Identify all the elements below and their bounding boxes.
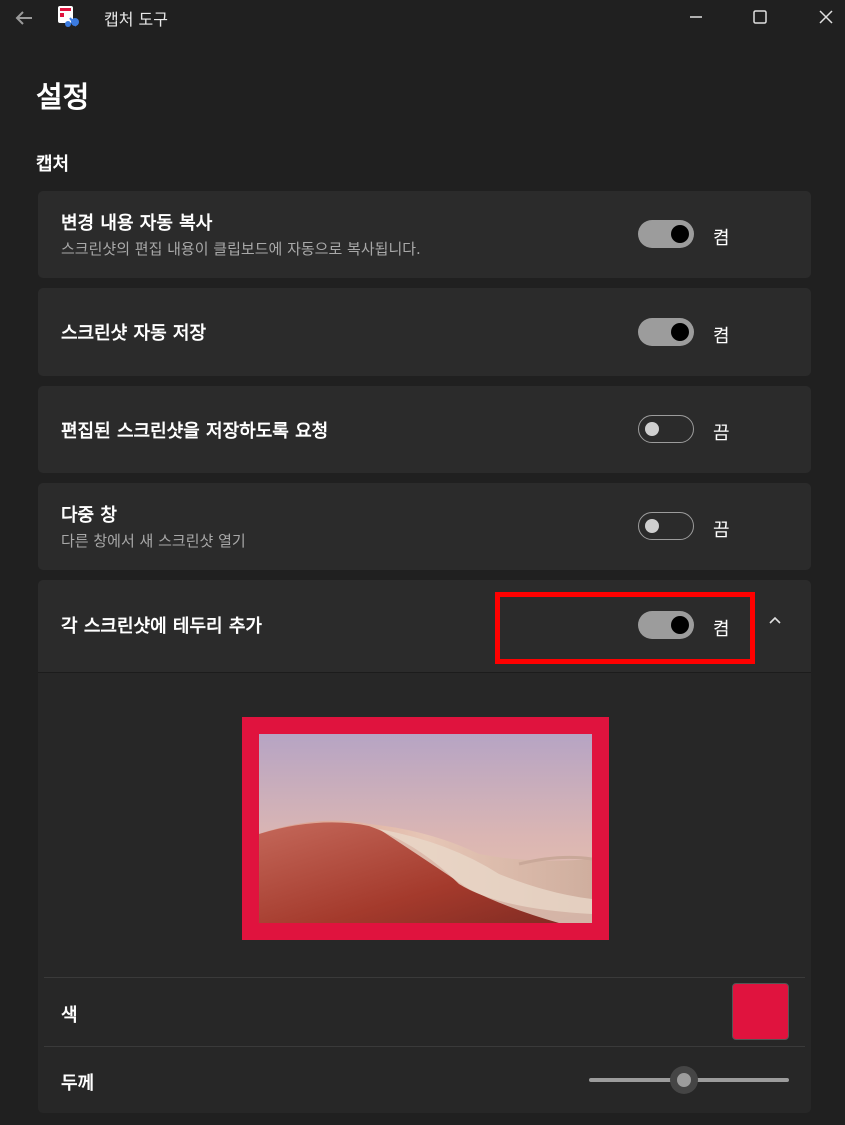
slider-thumb-center <box>677 1073 691 1087</box>
toggle-knob <box>671 225 689 243</box>
minimize-icon[interactable] <box>676 2 716 32</box>
setting-title: 변경 내용 자동 복사 <box>61 213 213 234</box>
border-color-swatch[interactable] <box>732 983 789 1040</box>
border-options-panel: 색 두께 <box>38 672 811 1113</box>
toggle-knob <box>671 323 689 341</box>
chevron-up-icon[interactable] <box>765 610 785 630</box>
title-bar: 캡처 도구 <box>0 0 845 36</box>
section-label-capture: 캡처 <box>36 154 70 175</box>
toggle-state-label: 끔 <box>713 423 730 444</box>
multiple-windows-toggle[interactable] <box>638 512 694 540</box>
setting-subtitle: 스크린샷의 편집 내용이 클립보드에 자동으로 복사됩니다. <box>61 240 421 258</box>
snipping-tool-icon <box>56 4 82 30</box>
auto-copy-toggle[interactable] <box>638 220 694 248</box>
thickness-slider-thumb[interactable] <box>670 1066 698 1094</box>
toggle-state-label: 켬 <box>713 228 730 249</box>
toggle-state-label: 끔 <box>713 520 730 541</box>
toggle-state-label: 켬 <box>713 326 730 347</box>
app-title: 캡처 도구 <box>104 10 168 29</box>
color-label: 색 <box>61 1005 78 1026</box>
maximize-icon[interactable] <box>740 2 780 32</box>
setting-title: 다중 창 <box>61 505 117 526</box>
back-arrow-icon[interactable] <box>10 4 38 32</box>
setting-auto-save-screenshots: 스크린샷 자동 저장 켬 <box>38 288 811 376</box>
border-preview <box>242 717 609 940</box>
setting-auto-copy-changes: 변경 내용 자동 복사 스크린샷의 편집 내용이 클립보드에 자동으로 복사됩니… <box>38 191 811 278</box>
divider <box>44 1046 805 1047</box>
setting-ask-save-edited: 편집된 스크린샷을 저장하도록 요청 끔 <box>38 386 811 473</box>
close-icon[interactable] <box>806 2 845 32</box>
setting-title: 스크린샷 자동 저장 <box>61 323 207 344</box>
preview-landscape-image <box>259 734 592 923</box>
thickness-label: 두께 <box>61 1073 95 1094</box>
setting-title: 편집된 스크린샷을 저장하도록 요청 <box>61 421 329 442</box>
page-title: 설정 <box>36 80 90 114</box>
toggle-knob <box>645 421 659 436</box>
ask-save-toggle[interactable] <box>638 415 694 443</box>
divider <box>44 977 805 978</box>
setting-title: 각 스크린샷에 테두리 추가 <box>61 616 262 637</box>
setting-multiple-windows: 다중 창 다른 창에서 새 스크린샷 열기 끔 <box>38 483 811 570</box>
auto-save-toggle[interactable] <box>638 318 694 346</box>
setting-subtitle: 다른 창에서 새 스크린샷 열기 <box>61 532 246 550</box>
toggle-knob <box>645 518 659 533</box>
highlight-box <box>495 592 755 664</box>
